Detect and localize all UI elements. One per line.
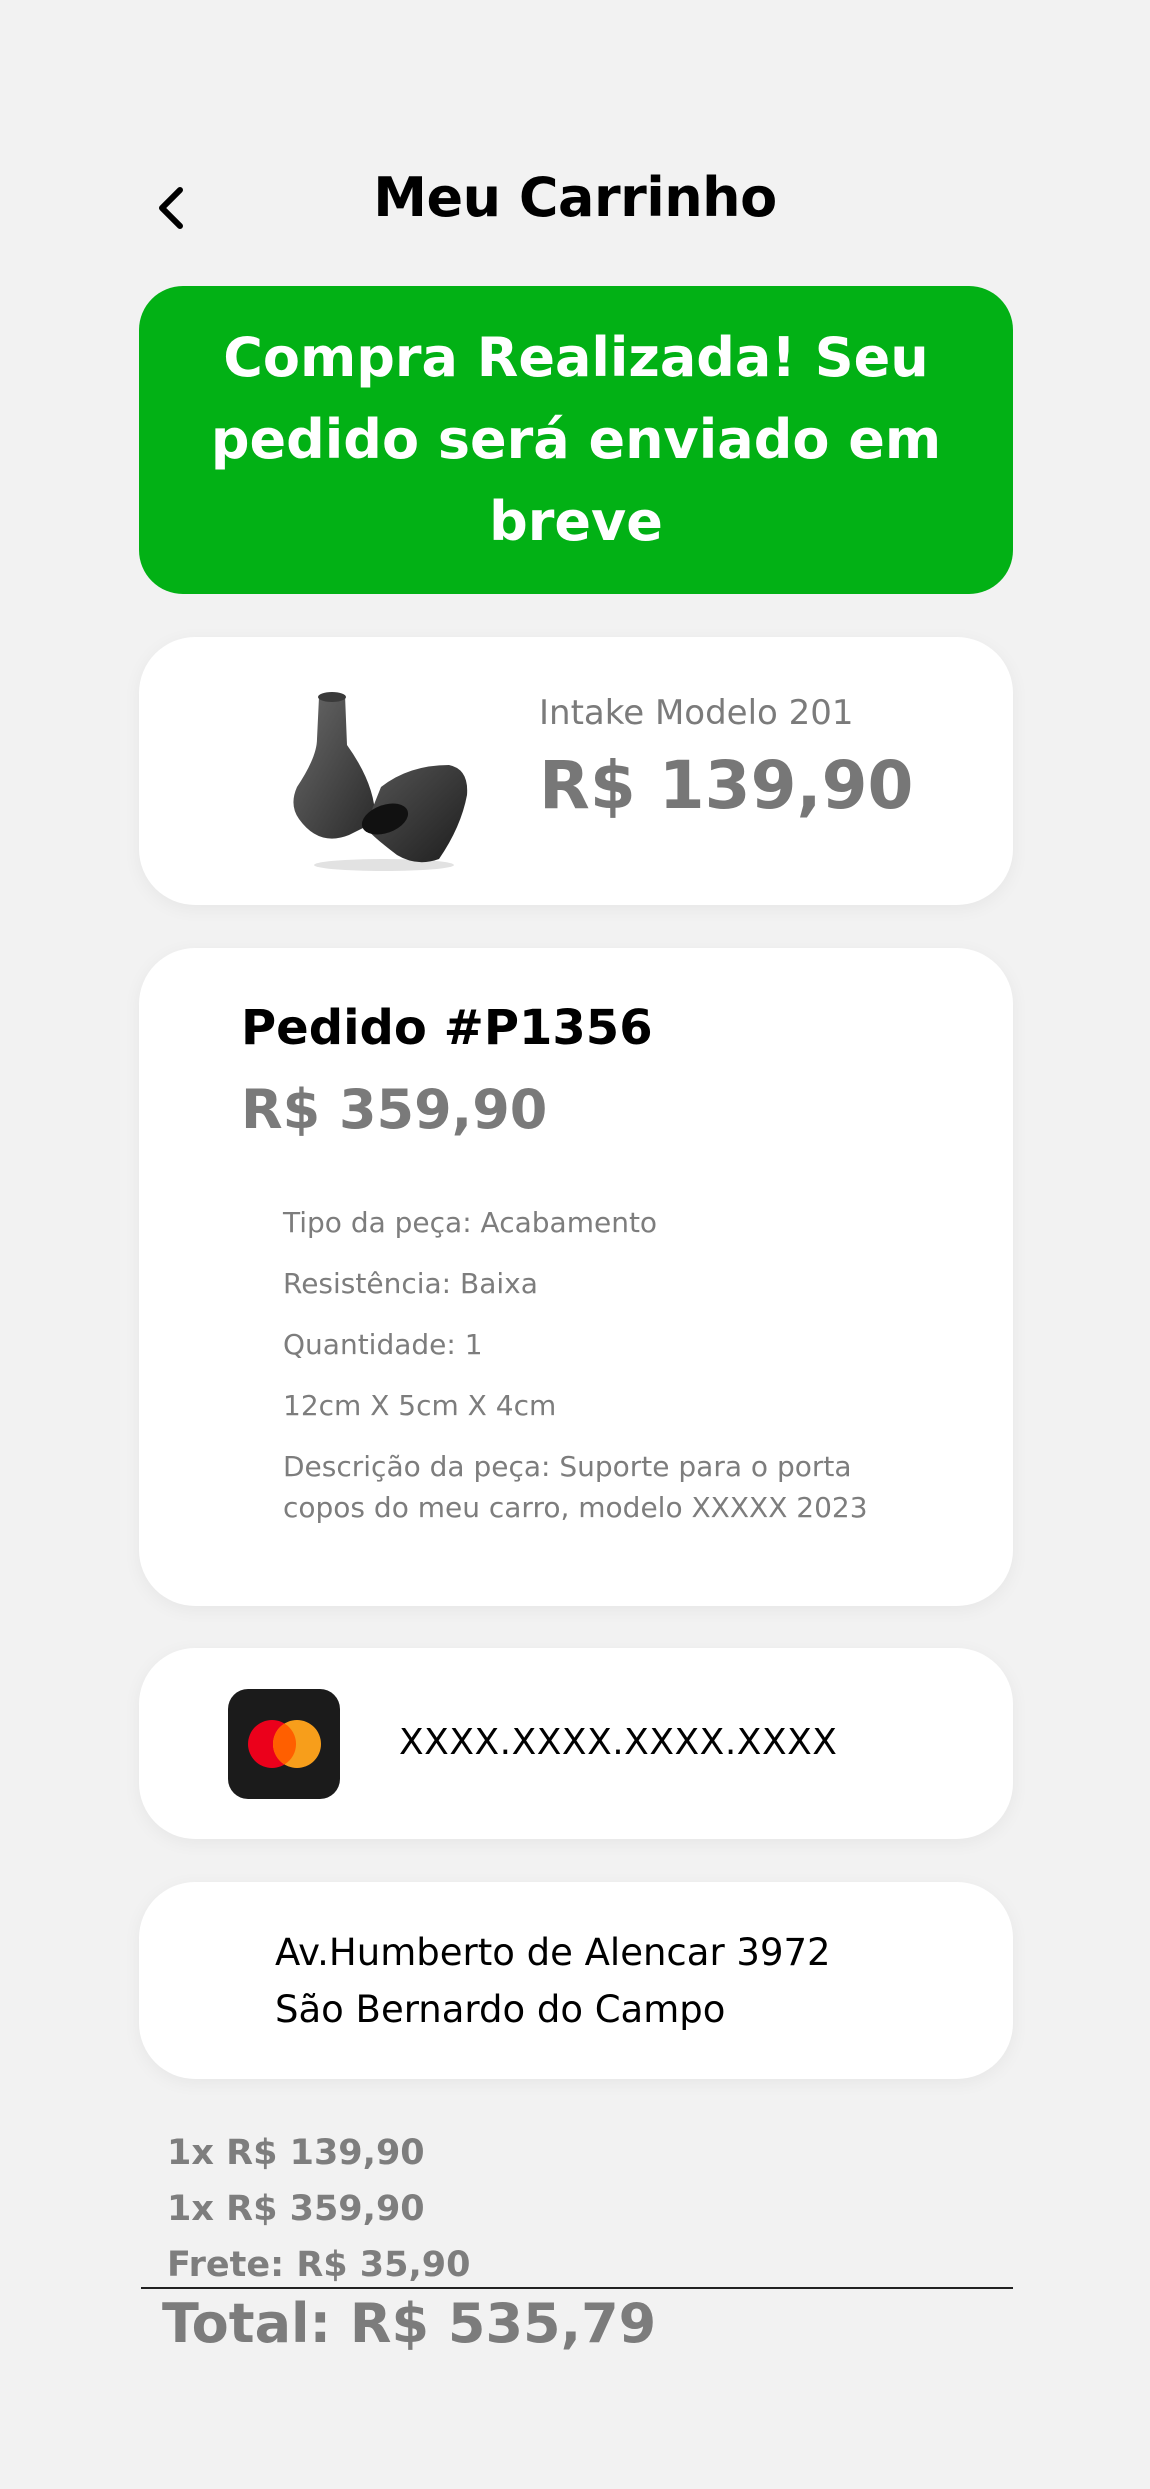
summary-line-product: 1x R$ 139,90 <box>167 2133 425 2173</box>
success-banner: Compra Realizada! Seu pedido será enviad… <box>139 286 1013 594</box>
summary-divider <box>141 2287 1013 2289</box>
summary-line-shipping: Frete: R$ 35,90 <box>167 2245 471 2285</box>
page-title: Meu Carrinho <box>373 166 777 229</box>
order-card: Pedido #P1356 R$ 359,90 Tipo da peça: Ac… <box>139 948 1013 1606</box>
order-summary: 1x R$ 139,90 1x R$ 359,90 Frete: R$ 35,9… <box>167 2125 471 2293</box>
payment-card[interactable]: XXXX.XXXX.XXXX.XXXX <box>139 1648 1013 1839</box>
order-total: Total: R$ 535,79 <box>162 2292 657 2355</box>
detail-dimensions: 12cm X 5cm X 4cm <box>283 1389 557 1422</box>
detail-quantity: Quantidade: 1 <box>283 1328 483 1361</box>
detail-part-type: Tipo da peça: Acabamento <box>283 1206 658 1239</box>
detail-resistance: Resistência: Baixa <box>283 1267 538 1300</box>
delivery-address: Av.Humberto de Alencar 3972 São Bernardo… <box>275 1924 831 2038</box>
order-price: R$ 359,90 <box>241 1078 548 1141</box>
detail-description: Descrição da peça: Suporte para o porta … <box>283 1450 868 1524</box>
product-card[interactable]: Intake Modelo 201 R$ 139,90 <box>139 637 1013 905</box>
product-price: R$ 139,90 <box>539 747 914 824</box>
order-details: Tipo da peça: Acabamento Resistência: Ba… <box>283 1202 903 1548</box>
address-street: Av.Humberto de Alencar 3972 <box>275 1931 831 1974</box>
success-message: Compra Realizada! Seu pedido será enviad… <box>210 326 942 553</box>
intake-part-image <box>289 687 479 872</box>
order-title: Pedido #P1356 <box>241 1000 653 1056</box>
product-name: Intake Modelo 201 <box>539 693 854 733</box>
mastercard-icon <box>228 1689 340 1799</box>
address-city: São Bernardo do Campo <box>275 1988 726 2031</box>
summary-line-order: 1x R$ 359,90 <box>167 2189 425 2229</box>
address-card[interactable]: Av.Humberto de Alencar 3972 São Bernardo… <box>139 1882 1013 2079</box>
card-number: XXXX.XXXX.XXXX.XXXX <box>399 1722 838 1763</box>
